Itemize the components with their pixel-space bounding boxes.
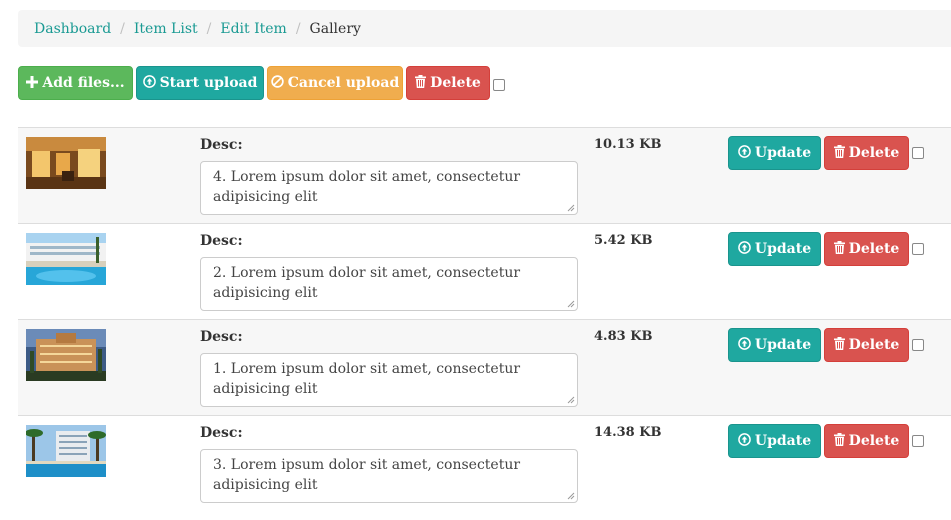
breadcrumb: Dashboard / Item List / Edit Item / Gall… [18, 10, 951, 47]
desc-label: Desc: [200, 233, 243, 249]
add-files-button[interactable]: Add files... [18, 66, 133, 100]
trash-icon [833, 433, 845, 449]
ban-icon [271, 75, 284, 91]
delete-label: Delete [848, 241, 900, 257]
breadcrumb-separator: / [295, 20, 301, 37]
row-actions: Update Delete [728, 328, 924, 362]
description-text: 3. Lorem ipsum dolor sit amet, consectet… [213, 457, 521, 493]
description-text: 2. Lorem ipsum dolor sit amet, consectet… [213, 265, 521, 301]
cancel-upload-button[interactable]: Cancel upload [267, 66, 403, 100]
delete-all-label: Delete [430, 75, 481, 91]
row-select-checkbox[interactable] [912, 243, 924, 255]
trash-icon [415, 75, 427, 91]
delete-all-button[interactable]: Delete [406, 66, 490, 100]
table-row: Desc: 4. Lorem ipsum dolor sit amet, con… [18, 127, 951, 223]
table-row: Desc: 3. Lorem ipsum dolor sit amet, con… [18, 415, 951, 511]
update-label: Update [754, 337, 812, 353]
delete-button[interactable]: Delete [824, 232, 909, 266]
delete-button[interactable]: Delete [824, 328, 909, 362]
circle-arrow-up-icon [142, 75, 156, 91]
upload-toolbar: Add files... Start upload Cancel upload … [18, 66, 505, 100]
description-textarea[interactable]: 4. Lorem ipsum dolor sit amet, consectet… [200, 161, 578, 215]
trash-icon [833, 337, 845, 353]
file-size: 4.83 KB [594, 329, 653, 344]
delete-button[interactable]: Delete [824, 136, 909, 170]
file-size: 10.13 KB [594, 137, 662, 152]
file-size: 5.42 KB [594, 233, 653, 248]
desc-label: Desc: [200, 137, 243, 153]
breadcrumb-gallery: Gallery [309, 20, 361, 37]
row-select-checkbox[interactable] [912, 339, 924, 351]
breadcrumb-separator: / [206, 20, 212, 37]
description-textarea[interactable]: 3. Lorem ipsum dolor sit amet, consectet… [200, 449, 578, 503]
circle-arrow-up-icon [738, 241, 751, 257]
thumbnail-image[interactable] [26, 425, 106, 477]
update-button[interactable]: Update [728, 136, 821, 170]
row-actions: Update Delete [728, 424, 924, 458]
file-list: Desc: 4. Lorem ipsum dolor sit amet, con… [18, 127, 951, 511]
thumbnail-image[interactable] [26, 137, 106, 189]
cancel-upload-label: Cancel upload [287, 75, 400, 91]
thumbnail-image[interactable] [26, 329, 106, 381]
description-text: 4. Lorem ipsum dolor sit amet, consectet… [213, 169, 521, 205]
trash-icon [833, 241, 845, 257]
resize-handle-icon[interactable] [567, 300, 575, 308]
resize-handle-icon[interactable] [567, 204, 575, 212]
delete-label: Delete [848, 337, 900, 353]
row-select-checkbox[interactable] [912, 147, 924, 159]
row-actions: Update Delete [728, 232, 924, 266]
circle-arrow-up-icon [738, 337, 751, 353]
breadcrumb-item-list[interactable]: Item List [134, 21, 198, 37]
delete-label: Delete [848, 433, 900, 449]
file-size: 14.38 KB [594, 425, 662, 440]
description-textarea[interactable]: 1. Lorem ipsum dolor sit amet, consectet… [200, 353, 578, 407]
description-text: 1. Lorem ipsum dolor sit amet, consectet… [213, 361, 521, 397]
update-button[interactable]: Update [728, 232, 821, 266]
delete-button[interactable]: Delete [824, 424, 909, 458]
update-label: Update [754, 145, 812, 161]
circle-arrow-up-icon [738, 145, 751, 161]
update-label: Update [754, 433, 812, 449]
plus-icon [26, 75, 39, 91]
update-button[interactable]: Update [728, 328, 821, 362]
update-button[interactable]: Update [728, 424, 821, 458]
start-upload-button[interactable]: Start upload [136, 66, 264, 100]
resize-handle-icon[interactable] [567, 396, 575, 404]
update-label: Update [754, 241, 812, 257]
desc-label: Desc: [200, 329, 243, 345]
circle-arrow-up-icon [738, 433, 751, 449]
add-files-label: Add files... [42, 75, 125, 91]
breadcrumb-edit-item[interactable]: Edit Item [220, 21, 286, 37]
trash-icon [833, 145, 845, 161]
breadcrumb-dashboard[interactable]: Dashboard [34, 21, 111, 37]
table-row: Desc: 1. Lorem ipsum dolor sit amet, con… [18, 319, 951, 415]
resize-handle-icon[interactable] [567, 492, 575, 500]
table-row: Desc: 2. Lorem ipsum dolor sit amet, con… [18, 223, 951, 319]
start-upload-label: Start upload [159, 75, 258, 91]
desc-label: Desc: [200, 425, 243, 441]
description-textarea[interactable]: 2. Lorem ipsum dolor sit amet, consectet… [200, 257, 578, 311]
select-all-checkbox[interactable] [493, 79, 505, 91]
breadcrumb-separator: / [120, 20, 125, 37]
row-select-checkbox[interactable] [912, 435, 924, 447]
delete-label: Delete [848, 145, 900, 161]
thumbnail-image[interactable] [26, 233, 106, 285]
row-actions: Update Delete [728, 136, 924, 170]
